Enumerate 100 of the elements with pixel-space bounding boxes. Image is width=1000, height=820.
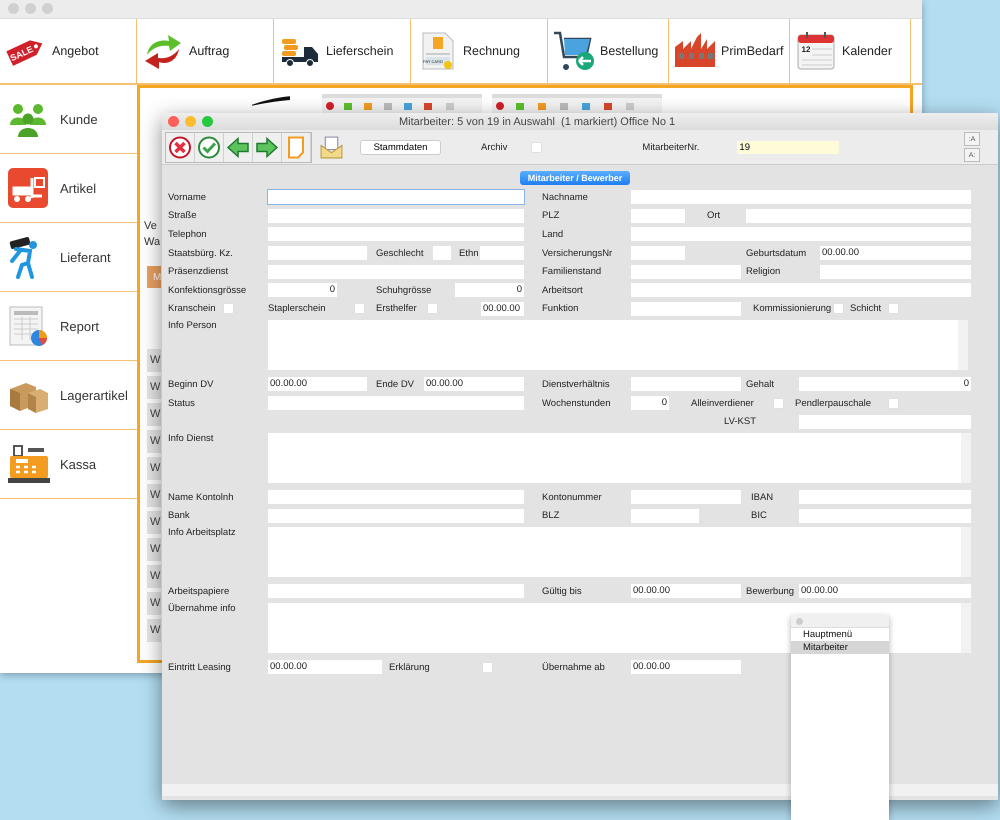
archiv-checkbox[interactable] [531,142,542,152]
sidebar-item[interactable]: Artikel [0,154,137,223]
menu-item[interactable]: Mitarbeiter [791,641,889,654]
sidebar-item[interactable]: Kassa [0,430,137,499]
list-row[interactable]: W [147,430,161,453]
list-row[interactable]: W [147,592,161,615]
field-label: IBAN [751,492,774,503]
text-area[interactable] [268,320,968,370]
input-field[interactable] [433,246,451,260]
input-field[interactable]: 0 [799,377,971,392]
list-row[interactable]: W [147,538,161,561]
checkbox[interactable] [354,303,365,314]
next-button[interactable] [253,132,282,162]
input-field[interactable] [268,264,524,279]
input-field[interactable] [631,227,971,242]
field-label: Dienstverhältnis [542,378,611,390]
checkbox[interactable] [427,303,438,314]
field-label: Familienstand [542,266,602,278]
input-field[interactable]: 00.00.00 [268,660,382,674]
input-field[interactable] [746,208,971,223]
input-field[interactable]: 00.00.00 [631,584,741,598]
field-label: Schuhgrösse [376,284,432,296]
list-row[interactable]: W [147,403,161,426]
right-arrow-icon [255,134,279,160]
input-field[interactable] [268,490,524,504]
input-field[interactable] [631,377,741,392]
input-field[interactable] [631,264,741,279]
input-field[interactable] [268,508,524,523]
text-area[interactable] [268,432,971,483]
field-label: PLZ [542,210,560,222]
input-field[interactable] [631,190,971,204]
menu-item[interactable]: Hauptmenü [791,628,889,641]
input-field[interactable] [631,302,741,316]
field-label: Staatsbürg. Kz. [168,248,234,259]
checkbox[interactable] [888,303,899,314]
text-area[interactable] [268,527,971,578]
field-label: Info Person [168,320,218,332]
list-row[interactable]: W [147,619,161,642]
input-field[interactable] [631,508,699,523]
input-field[interactable]: 0 [268,283,337,298]
list-row[interactable]: W [147,511,161,534]
cancel-button[interactable] [166,132,195,162]
checkbox[interactable] [223,303,234,314]
minimize-icon[interactable] [25,3,36,14]
input-field[interactable] [268,227,524,242]
field-label: Kranschein [168,303,217,314]
minimize-icon[interactable] [185,116,196,127]
field-label: Alleinverdiener [691,398,755,409]
list-row[interactable]: W [147,457,161,480]
sidebar-item[interactable]: Report [0,292,137,361]
number-field[interactable]: 19 [737,140,840,154]
input-field[interactable]: 0 [455,283,524,298]
list-row[interactable]: W [147,565,161,588]
input-field[interactable] [799,414,971,429]
text-area[interactable] [268,602,971,653]
mail-icon [319,134,344,160]
new-document-button[interactable] [282,132,311,162]
previous-button[interactable] [224,132,253,162]
close-icon[interactable] [8,3,19,14]
input-field[interactable] [631,490,741,504]
list-row[interactable]: W [147,349,161,372]
input-field[interactable] [268,190,524,204]
input-field[interactable] [480,246,524,260]
zoom-icon[interactable] [42,3,53,14]
input-field[interactable]: 00.00.00 [481,302,524,316]
input-field[interactable] [631,246,685,260]
heading-text: Ve [144,219,157,234]
input-field[interactable]: 00.00.00 [631,660,741,674]
input-field[interactable]: 00.00.00 [820,246,971,260]
input-field[interactable]: 00.00.00 [799,584,971,598]
confirm-button[interactable] [195,132,224,162]
sidebar-item[interactable]: Lagerartikel [0,361,137,430]
input-field[interactable]: 00.00.00 [268,377,367,392]
checkbox[interactable] [833,303,844,314]
zoom-icon[interactable] [202,116,213,127]
checkbox[interactable] [773,398,784,409]
input-field[interactable] [268,246,367,260]
close-icon[interactable] [168,116,179,127]
input-field[interactable] [820,264,971,279]
sidebar-item[interactable]: Lieferant [0,223,137,292]
input-field[interactable] [631,283,971,298]
list-row[interactable]: W [147,376,161,399]
checkbox[interactable] [482,662,493,673]
list-row[interactable]: W [147,484,161,507]
input-field[interactable] [268,396,524,410]
sidebar-item[interactable]: Kunde [0,85,137,154]
input-field[interactable] [268,584,524,598]
input-field[interactable]: 00.00.00 [424,377,524,392]
input-field[interactable] [631,208,685,223]
close-icon[interactable] [796,618,803,624]
toolbar-button[interactable]: SALE Angebot [0,18,137,83]
input-field[interactable]: 0 [631,396,669,410]
checkbox[interactable] [888,398,899,409]
field-label: Status [168,398,196,409]
window-title: Mitarbeiter: 5 von 19 in Auswahl (1 markiert) Office No 1 [399,116,676,128]
stammdaten-button[interactable]: Stammdaten [360,140,441,154]
input-field[interactable] [268,208,524,223]
input-field[interactable] [799,508,971,523]
field-label: Gehalt [746,378,775,390]
input-field[interactable] [799,490,971,504]
